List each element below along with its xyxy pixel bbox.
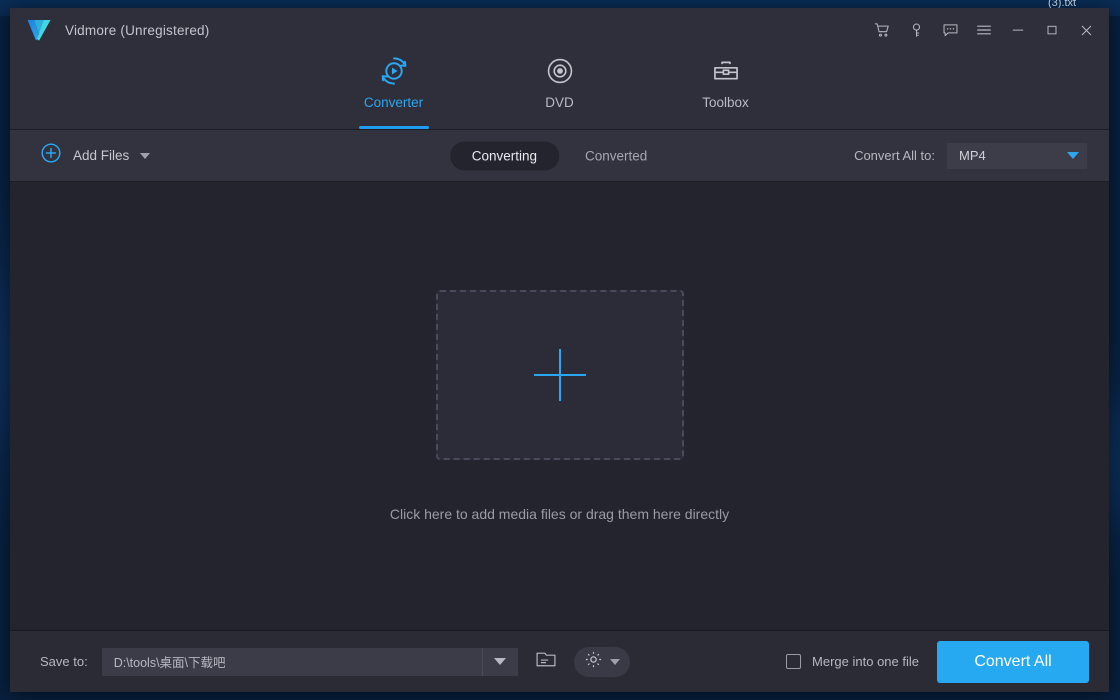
merge-label: Merge into one file — [812, 654, 919, 669]
nav-tab-converter[interactable]: Converter — [341, 52, 447, 129]
window-controls — [865, 13, 1103, 47]
title-bar: Vidmore (Unregistered) — [10, 8, 1109, 52]
file-list-stage: Click here to add media files or drag th… — [10, 182, 1109, 630]
format-select[interactable]: MP4 — [947, 142, 1087, 169]
save-to-label: Save to: — [40, 654, 88, 669]
add-files-label: Add Files — [73, 148, 130, 163]
main-nav: Converter DVD Toolbox — [10, 52, 1109, 130]
tab-converting[interactable]: Converting — [449, 141, 559, 170]
nav-tab-dvd-label: DVD — [545, 95, 574, 110]
vidmore-logo-icon — [26, 18, 52, 42]
close-icon[interactable] — [1069, 13, 1103, 47]
format-select-value: MP4 — [959, 148, 986, 163]
menu-icon[interactable] — [967, 13, 1001, 47]
merge-checkbox[interactable] — [786, 654, 802, 669]
nav-tab-dvd[interactable]: DVD — [507, 52, 613, 129]
save-to-path-field[interactable]: D:\tools\桌面\下载吧 — [101, 647, 518, 676]
bottom-bar: Save to: D:\tools\桌面\下载吧 Merge into one … — [10, 630, 1109, 692]
add-files-button[interactable]: Add Files — [40, 142, 151, 169]
dvd-icon — [545, 54, 575, 88]
nav-tab-converter-label: Converter — [363, 95, 424, 110]
convert-all-button[interactable]: Convert All — [937, 640, 1089, 683]
format-chevron-down-icon — [1067, 152, 1079, 159]
tab-converted[interactable]: Converted — [563, 141, 669, 170]
add-files-chevron-down-icon[interactable] — [140, 152, 151, 159]
cart-icon[interactable] — [865, 13, 899, 47]
app-brand: Vidmore (Unregistered) — [26, 18, 209, 42]
add-media-dropzone[interactable] — [435, 290, 684, 460]
plus-icon — [533, 349, 586, 401]
nav-active-underline — [358, 126, 429, 129]
add-files-plus-icon — [40, 142, 62, 169]
output-settings-chevron-down-icon — [609, 658, 620, 665]
output-settings-button[interactable] — [573, 646, 630, 677]
maximize-icon[interactable] — [1035, 13, 1069, 47]
toolbox-icon — [711, 54, 741, 88]
convert-all-to-label: Convert All to: — [854, 148, 935, 163]
open-folder-button[interactable] — [532, 648, 560, 676]
app-title: Vidmore (Unregistered) — [65, 22, 210, 38]
merge-into-one-file-toggle[interactable]: Merge into one file — [786, 654, 919, 669]
folder-icon — [535, 649, 557, 674]
minimize-icon[interactable] — [1001, 13, 1035, 47]
converter-icon — [378, 54, 410, 88]
nav-tab-toolbox-label: Toolbox — [702, 95, 749, 110]
save-to-chevron-down-icon[interactable] — [481, 647, 518, 676]
status-segmented-control: Converting Converted — [449, 141, 670, 170]
convert-all-to-group: Convert All to: MP4 — [854, 142, 1087, 169]
nav-tab-toolbox[interactable]: Toolbox — [673, 52, 779, 129]
save-to-path-value: D:\tools\桌面\下载吧 — [113, 656, 226, 670]
dropzone-hint-text: Click here to add media files or drag th… — [389, 506, 730, 522]
vidmore-app-window: Vidmore (Unregistered) Converter DVD Too… — [10, 8, 1109, 692]
save-to-caret — [494, 658, 507, 665]
feedback-icon[interactable] — [933, 13, 967, 47]
gear-icon — [584, 650, 603, 674]
key-icon[interactable] — [899, 13, 933, 47]
converter-toolbar: Add Files Converting Converted Convert A… — [10, 130, 1109, 182]
